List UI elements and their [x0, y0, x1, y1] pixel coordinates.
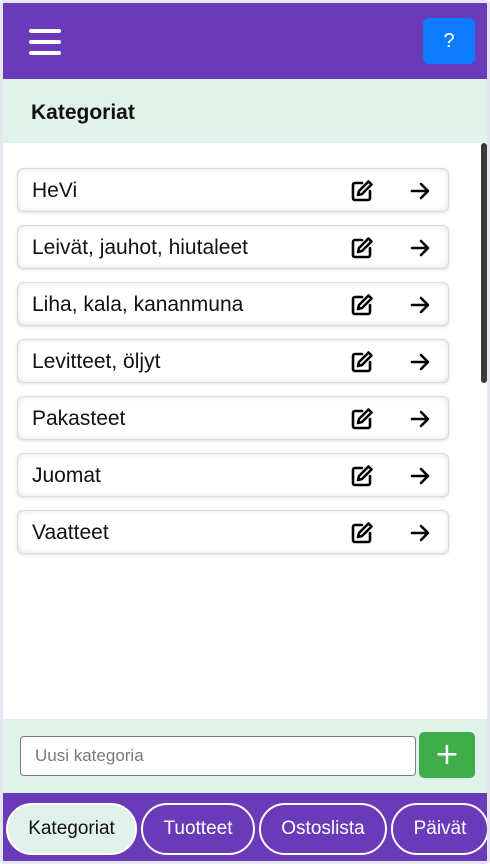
category-item[interactable]: Levitteet, öljyt — [17, 339, 449, 383]
tab-ostoslista[interactable]: Ostoslista — [259, 803, 387, 855]
hamburger-menu-icon[interactable] — [29, 29, 61, 55]
category-item[interactable]: Vaatteet — [17, 510, 449, 554]
category-label: Leivät, jauhot, hiutaleet — [32, 236, 248, 259]
arrow-right-icon[interactable] — [408, 521, 432, 545]
category-item[interactable]: Leivät, jauhot, hiutaleet — [17, 225, 449, 269]
category-list: HeVi Leivät, jauhot, hiutaleet Liha, kal… — [3, 143, 487, 719]
edit-icon[interactable] — [350, 350, 374, 374]
page-title: Kategoriat — [31, 101, 135, 124]
add-category-button[interactable]: + — [419, 732, 475, 778]
app-frame: ? Kategoriat HeVi Leivät, jauhot, hiutal… — [0, 0, 490, 864]
category-item[interactable]: Liha, kala, kananmuna — [17, 282, 449, 326]
category-label: Liha, kala, kananmuna — [32, 293, 244, 316]
edit-icon[interactable] — [350, 179, 374, 203]
category-item[interactable]: HeVi — [17, 168, 449, 212]
category-label: HeVi — [32, 179, 78, 202]
edit-icon[interactable] — [350, 236, 374, 260]
top-bar: ? — [3, 3, 487, 79]
category-item[interactable]: Pakasteet — [17, 396, 449, 440]
arrow-right-icon[interactable] — [408, 350, 432, 374]
edit-icon[interactable] — [350, 293, 374, 317]
arrow-right-icon[interactable] — [408, 293, 432, 317]
edit-icon[interactable] — [350, 521, 374, 545]
category-label: Juomat — [32, 464, 101, 487]
help-button[interactable]: ? — [423, 18, 475, 64]
category-label: Levitteet, öljyt — [32, 350, 161, 373]
tab-paivat[interactable]: Päivät — [391, 803, 487, 855]
arrow-right-icon[interactable] — [408, 236, 432, 260]
category-item[interactable]: Juomat — [17, 453, 449, 497]
bottom-nav: Kategoriat Tuotteet Ostoslista Päivät — [3, 793, 487, 861]
arrow-right-icon[interactable] — [408, 179, 432, 203]
new-category-input[interactable] — [20, 736, 416, 776]
category-label: Pakasteet — [32, 407, 126, 430]
scrollbar[interactable] — [481, 143, 487, 383]
edit-icon[interactable] — [350, 464, 374, 488]
tab-kategoriat[interactable]: Kategoriat — [6, 803, 137, 855]
arrow-right-icon[interactable] — [408, 464, 432, 488]
new-category-bar: + — [3, 719, 487, 793]
page-header: Kategoriat — [3, 79, 487, 143]
category-label: Vaatteet — [32, 521, 109, 544]
arrow-right-icon[interactable] — [408, 407, 432, 431]
edit-icon[interactable] — [350, 407, 374, 431]
tab-tuotteet[interactable]: Tuotteet — [141, 803, 255, 855]
